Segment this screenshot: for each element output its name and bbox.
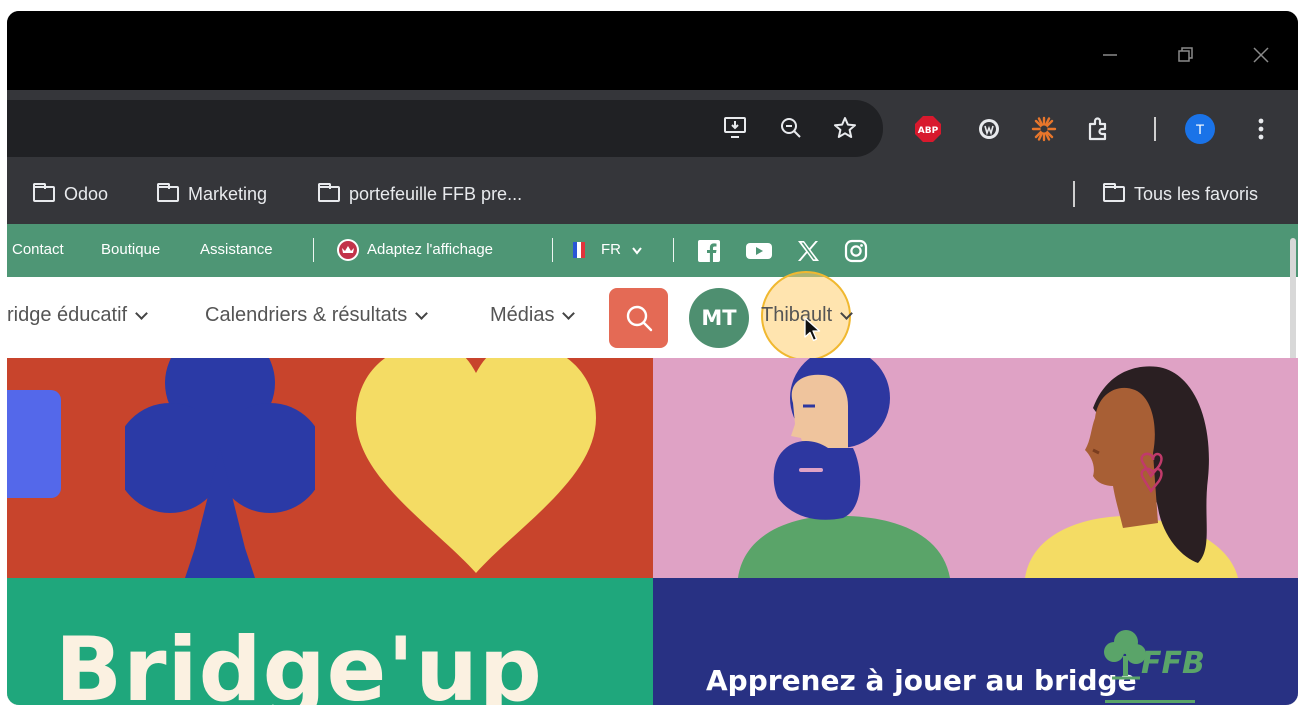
hero-panel-bridgeup: Bridge'up [7, 578, 653, 705]
folder-icon [318, 183, 340, 202]
youtube-icon[interactable] [745, 241, 773, 266]
close-icon[interactable] [1247, 41, 1275, 69]
folder-icon [33, 183, 55, 202]
hero-panel-suits [7, 358, 653, 578]
minimize-icon[interactable] [1096, 41, 1124, 69]
utility-separator [552, 238, 553, 262]
heart-suit-icon [356, 358, 596, 573]
x-twitter-icon[interactable] [796, 239, 820, 268]
mouse-cursor-icon [804, 317, 822, 348]
user-avatar[interactable]: MT [689, 288, 749, 348]
chevron-down-icon [562, 306, 576, 320]
zoom-icon[interactable] [777, 114, 805, 142]
bookmark-label: Marketing [188, 183, 268, 204]
browser-toolbar: ABP T [7, 90, 1298, 164]
extension-w-icon[interactable] [975, 115, 1003, 143]
language-chevron-icon[interactable] [631, 243, 643, 261]
hero-panel-learn[interactable]: Apprenez à jouer au bridge FFB [653, 578, 1298, 705]
assistance-link[interactable]: Assistance [200, 241, 273, 258]
profile-initial: T [1195, 121, 1205, 137]
folder-icon [157, 183, 179, 202]
adblock-label: ABP [918, 126, 939, 136]
learn-bridge-text: Apprenez à jouer au bridge [706, 664, 1137, 697]
bookmark-star-icon[interactable] [831, 114, 859, 142]
avatar-initials: MT [701, 306, 737, 330]
restore-icon[interactable] [1171, 41, 1199, 69]
title-bar [7, 11, 1298, 90]
nav-label: ridge éducatif [7, 304, 128, 326]
language-selector[interactable]: FR [601, 241, 621, 258]
nav-medias[interactable]: Médias [490, 304, 576, 327]
toolbar-separator [1154, 117, 1156, 141]
webpage: Contact Boutique Assistance Adaptez l'af… [7, 224, 1298, 705]
profile-avatar[interactable]: T [1185, 114, 1215, 144]
ffb-logo-text: FFB [1141, 646, 1205, 681]
hero-panel-people [653, 358, 1298, 578]
spark-extension-icon[interactable] [1029, 114, 1059, 144]
site-main-nav: ridge éducatif Calendriers & résultats M… [7, 271, 1298, 361]
nav-calendriers[interactable]: Calendriers & résultats [205, 304, 429, 327]
facebook-icon[interactable] [697, 239, 721, 268]
search-icon [626, 305, 652, 332]
bookmark-label: portefeuille FFB pre... [349, 183, 523, 204]
install-app-icon[interactable] [721, 114, 751, 142]
bookmark-label: Tous les favoris [1134, 183, 1259, 204]
contact-link[interactable]: Contact [12, 241, 64, 258]
people-illustration [738, 358, 1238, 578]
utility-separator [673, 238, 674, 262]
folder-icon [1103, 183, 1125, 202]
site-utility-bar: Contact Boutique Assistance Adaptez l'af… [7, 224, 1298, 277]
club-suit-icon [125, 358, 315, 578]
address-bar[interactable] [7, 100, 883, 157]
menu-kebab-icon[interactable] [1251, 114, 1271, 144]
france-flag-icon [573, 242, 585, 258]
utility-separator [313, 238, 314, 262]
chevron-down-icon [415, 306, 429, 320]
nav-bridge-educatif[interactable]: ridge éducatif [7, 304, 148, 327]
chevron-down-icon [840, 306, 854, 320]
display-settings-link[interactable]: Adaptez l'affichage [367, 241, 493, 258]
bookmarks-bar: Odoo Marketing portefeuille FFB pre... T… [7, 164, 1298, 224]
bookmark-odoo[interactable]: Odoo [33, 181, 108, 207]
chevron-down-icon [135, 306, 148, 320]
boutique-link[interactable]: Boutique [101, 241, 160, 258]
bookmark-portefeuille[interactable]: portefeuille FFB pre... [318, 181, 522, 207]
adblock-icon[interactable]: ABP [913, 114, 943, 144]
bookmarks-separator [1073, 181, 1075, 207]
browser-window: ABP T Odoo Marketing portefeuille FFB pr… [7, 11, 1298, 705]
instagram-icon[interactable] [844, 239, 868, 268]
logo-underline [1105, 700, 1195, 703]
blue-block [7, 390, 61, 498]
bookmark-label: Odoo [64, 183, 109, 204]
all-bookmarks-folder[interactable]: Tous les favoris [1103, 181, 1258, 207]
bridgeup-heading: Bridge'up [55, 618, 543, 705]
nav-label: Médias [490, 304, 555, 326]
display-settings-icon[interactable] [337, 239, 359, 261]
extensions-puzzle-icon[interactable] [1083, 114, 1113, 144]
nav-label: Calendriers & résultats [205, 304, 408, 326]
search-button[interactable] [609, 288, 668, 348]
bookmark-marketing[interactable]: Marketing [157, 181, 267, 207]
